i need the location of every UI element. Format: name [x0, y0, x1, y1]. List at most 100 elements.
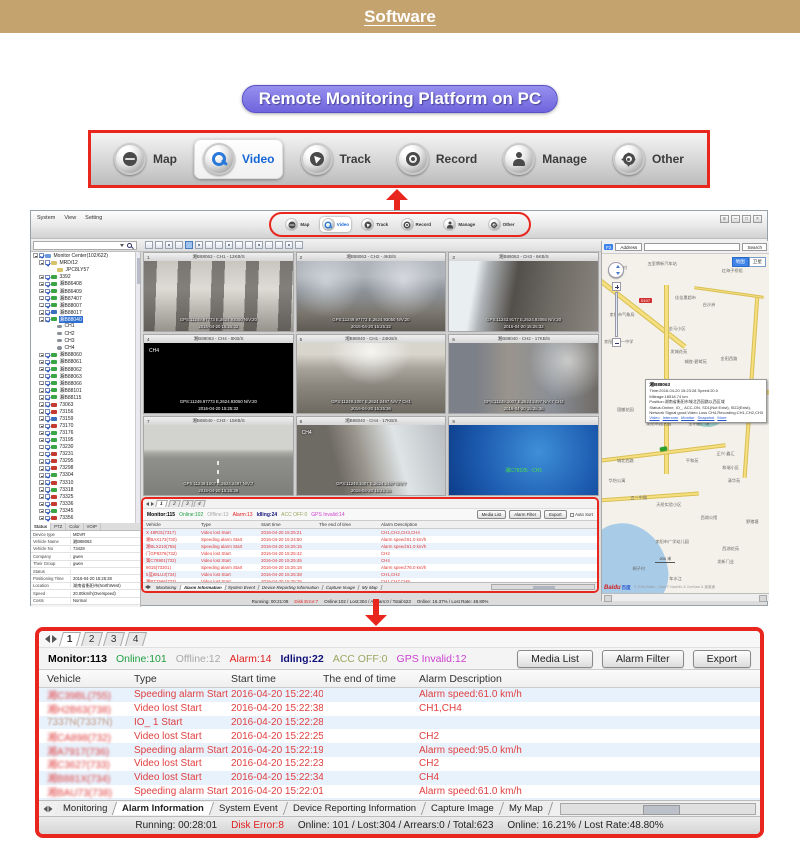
layout-icon[interactable]	[205, 241, 213, 249]
tree-item[interactable]: CH4	[31, 344, 135, 351]
tree-item[interactable]: CH1	[31, 323, 135, 330]
checkbox-icon[interactable]	[45, 423, 50, 429]
checkbox-icon[interactable]	[45, 352, 50, 358]
layout-icon-active[interactable]	[185, 241, 193, 249]
tree-item[interactable]: 湘B88115	[31, 394, 135, 401]
tabs-next-icon[interactable]	[48, 805, 53, 812]
expand-icon[interactable]	[39, 501, 44, 507]
table-row[interactable]: 湘CA898(732) Video lost Start 2016-04-20 …	[39, 729, 760, 744]
app-toolbar-button[interactable]: Manage	[441, 217, 477, 232]
checkbox-icon[interactable]	[45, 274, 50, 280]
layout-icon[interactable]	[155, 241, 163, 249]
bottom-tab[interactable]: Device Reporting Information	[283, 802, 426, 815]
page-tab[interactable]: 4	[124, 632, 148, 646]
toolbar-button[interactable]: Video	[194, 139, 284, 179]
table-row[interactable]: 5蓝88LU3(734) Video lost Start 2016-04-20…	[143, 571, 597, 578]
video-cell[interactable]: 1 湘B88063 - CH1 - 12KB/S GPS:11249.97773…	[143, 252, 294, 332]
tree-item[interactable]: 湘B88060	[31, 351, 135, 358]
search-icon[interactable]	[127, 242, 133, 249]
table-row[interactable]: 簧C78901(732) Video lost Start 2016-04-20…	[143, 557, 597, 564]
checkbox-icon[interactable]	[45, 281, 50, 287]
video-frame[interactable]: 湘C78105 - CH1	[449, 425, 598, 495]
layout-icon[interactable]	[195, 241, 203, 249]
expand-icon[interactable]	[39, 260, 44, 265]
address-input[interactable]	[644, 243, 741, 251]
expand-icon[interactable]	[39, 388, 44, 393]
checkbox-icon[interactable]	[45, 302, 50, 308]
table-row[interactable]: 湘BLX210(755) Speeding alarm Start 2016-0…	[143, 543, 597, 550]
bottom-tab[interactable]: Alarm Information	[113, 802, 215, 815]
checkbox-icon[interactable]	[45, 373, 50, 379]
zoom-out-button[interactable]	[612, 338, 621, 347]
table-row[interactable]: 湘C39BL(755) Speeding alarm Start 2016-04…	[39, 688, 760, 702]
tree-item[interactable]: 73159	[31, 415, 135, 422]
app-toolbar-button[interactable]: Other	[486, 217, 517, 232]
layout-icon[interactable]	[295, 241, 303, 249]
expand-icon[interactable]	[39, 295, 44, 301]
expand-icon[interactable]	[39, 423, 44, 429]
checkbox-icon[interactable]	[45, 451, 50, 457]
tree-item[interactable]: 73310	[31, 479, 135, 486]
props-tab[interactable]: VOIP	[84, 523, 101, 530]
tree-item[interactable]: 73295	[31, 458, 135, 465]
tree-item[interactable]: 湘B86408	[31, 280, 135, 287]
video-frame[interactable]: GPS:11249.1007 E,2624.2497 N/V:7 2016-04…	[144, 425, 293, 495]
tree-item[interactable]: 湘B88062	[31, 366, 135, 373]
expand-icon[interactable]	[39, 395, 44, 400]
checkbox-icon[interactable]	[45, 317, 50, 322]
table-row[interactable]: 湘C3627(733) Video lost Start 2016-04-20 …	[39, 757, 760, 771]
alarm-action-button[interactable]: Alarm Filter	[601, 649, 684, 668]
expand-icon[interactable]	[39, 508, 44, 514]
bottom-tab[interactable]: Monitoring	[152, 584, 182, 590]
tree-item[interactable]: 73063	[31, 401, 135, 408]
table-row[interactable]: X 48R31(7317) Video lost Start 2016-04-2…	[143, 529, 597, 536]
checkbox-icon[interactable]	[45, 409, 50, 414]
video-frame[interactable]: GPS:11249.1007 E,2624.2497 N/V:7 CH2 201…	[449, 343, 598, 413]
expand-icon[interactable]	[39, 515, 44, 521]
toolbar-button[interactable]: Map	[105, 139, 186, 179]
video-frame[interactable]: GPS:11249.97773 E,2624.93050 N/V:20 2016…	[144, 261, 293, 331]
video-frame[interactable]: GPS:11249.97773 E,2624.93050 N/V:20 2016…	[296, 261, 446, 331]
checkbox-icon[interactable]	[45, 501, 50, 507]
checkbox-icon[interactable]	[45, 437, 50, 443]
tree-item[interactable]: 湘B88061	[31, 358, 135, 365]
popup-link[interactable]: Intercom	[663, 415, 679, 420]
checkbox-icon[interactable]	[45, 466, 50, 471]
tabs-prev-icon[interactable]	[43, 805, 48, 812]
checkbox-icon[interactable]	[45, 395, 50, 400]
page-prev-icon[interactable]	[146, 501, 149, 506]
layout-icon[interactable]	[165, 241, 173, 249]
props-tab[interactable]: Color	[66, 523, 84, 530]
expand-icon[interactable]	[39, 437, 44, 443]
page-prev-icon[interactable]	[45, 635, 50, 643]
tree-item[interactable]: 73304	[31, 472, 135, 479]
layout-icon[interactable]	[245, 241, 253, 249]
alarm-action-button[interactable]: Export	[544, 510, 567, 519]
horizontal-scrollbar[interactable]	[491, 584, 595, 590]
checkbox-icon[interactable]	[45, 444, 50, 450]
horizontal-scrollbar[interactable]	[560, 802, 756, 815]
checkbox-icon[interactable]	[45, 416, 50, 421]
address-button[interactable]: Address	[615, 243, 643, 251]
tree-item[interactable]: 73356	[31, 514, 135, 521]
layout-icon[interactable]	[265, 241, 273, 249]
checkbox-icon[interactable]	[45, 310, 50, 315]
video-cell[interactable]: 8 湘B88040 - CH4 - 17KB/S CH4 GPS:11249.1…	[295, 416, 447, 496]
checkbox-icon[interactable]	[45, 459, 50, 464]
expand-icon[interactable]	[39, 380, 44, 386]
checkbox-icon[interactable]	[45, 388, 50, 393]
window-control-button[interactable]: –	[731, 215, 740, 223]
zoom-in-button[interactable]	[612, 282, 621, 291]
table-row[interactable]: 9015(73201) Speeding alarm Start 2016-04…	[143, 564, 597, 571]
video-cell[interactable]: 7 湘B88040 - CH3 - 15KB/S GPS:11249.1007 …	[143, 416, 294, 496]
video-frame[interactable]: CH4 GPS:11249.97773 E,2624.93050 N/V:20 …	[144, 343, 293, 413]
window-control-button[interactable]: ≡	[720, 215, 729, 223]
checkbox-icon[interactable]	[45, 380, 50, 386]
bottom-tab[interactable]: Capture Image	[421, 802, 504, 815]
tree-item[interactable]: 73318	[31, 486, 135, 493]
video-frame[interactable]: GPS:11249.1007 E,2624.2497 N/V:7 CH1 201…	[296, 343, 446, 413]
chevron-down-icon[interactable]	[120, 244, 124, 247]
expand-icon[interactable]	[39, 310, 44, 315]
app-toolbar-button[interactable]: Map	[283, 217, 311, 232]
tree-item[interactable]: 湘B86409	[31, 287, 135, 295]
